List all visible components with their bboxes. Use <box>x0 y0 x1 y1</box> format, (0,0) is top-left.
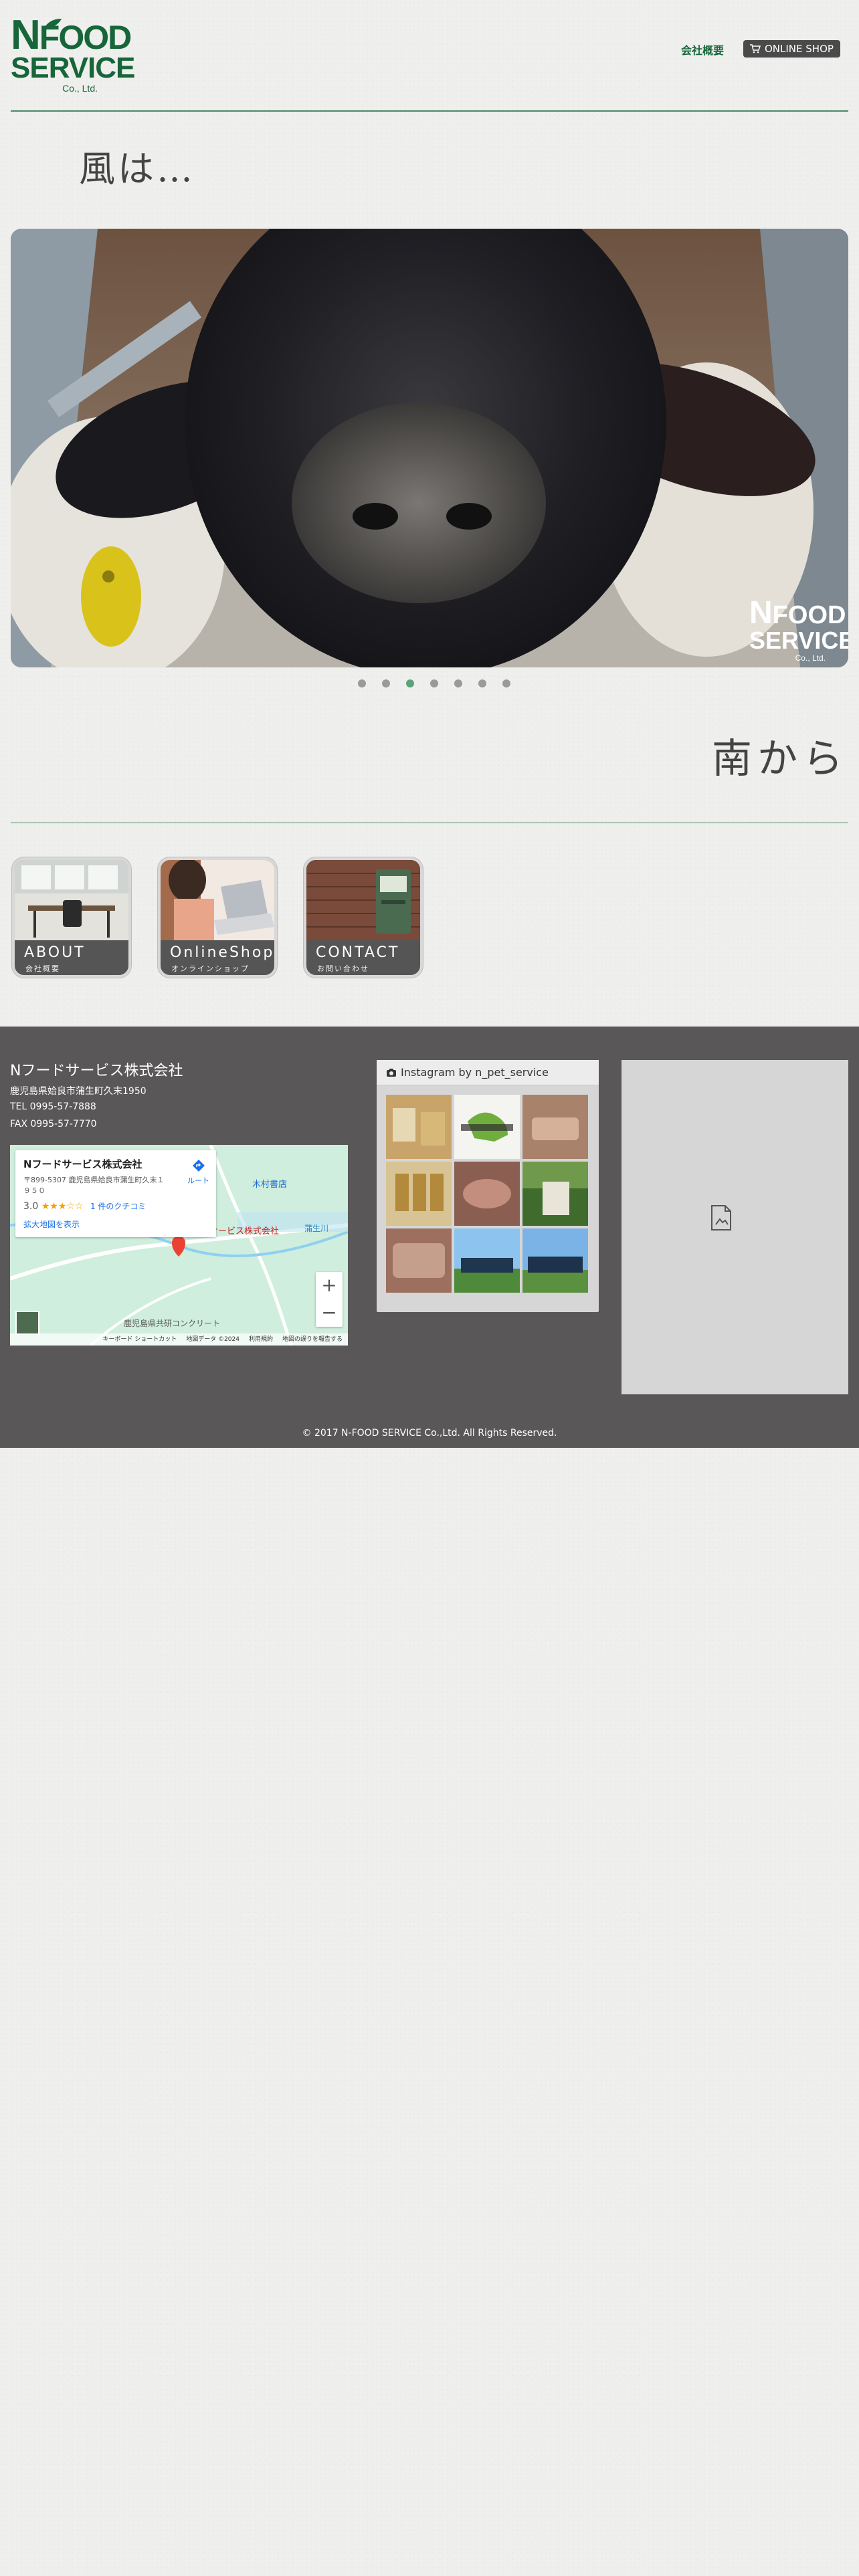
footer-fax: FAX 0995-57-7770 <box>10 1119 97 1130</box>
map-place-card: Nフードサービス株式会社 〒899-5307 鹿児島県姶良市蒲生町久末１９５０ … <box>15 1150 216 1237</box>
camera-icon <box>387 1068 396 1077</box>
tile-about-title: ABOUT <box>24 944 86 961</box>
slider-dot-1[interactable] <box>358 679 366 687</box>
office-photo <box>15 860 128 940</box>
instagram-grid <box>386 1095 588 1293</box>
instagram-widget: Instagram by n_pet_service <box>377 1060 599 1312</box>
company-logo[interactable]: NFOOD SERVICE Co., Ltd. <box>11 15 135 94</box>
hero-text-bottom: 南から <box>712 736 848 782</box>
map-zoom-controls: + − <box>316 1272 343 1327</box>
embedded-frame <box>622 1060 848 1394</box>
tile-online-shop-subtitle: オンラインショップ <box>171 964 250 973</box>
tile-contact[interactable]: CONTACT お問い合わせ <box>304 857 423 978</box>
instagram-header: Instagram by n_pet_service <box>377 1060 599 1085</box>
map-place-rating: 3.0 ★★★☆☆ 1 件のクチコミ <box>23 1201 147 1212</box>
map-larger-link[interactable]: 拡大地図を表示 <box>23 1218 208 1230</box>
tile-about-subtitle: 会社概要 <box>25 964 60 973</box>
slider-pagination <box>0 679 859 687</box>
map-route-button[interactable]: ルート <box>187 1158 209 1186</box>
map-course-label: 鹿児島県共研コンクリート <box>124 1319 221 1328</box>
google-map[interactable]: ードサービス株式会社 木村書店 蒲生川 鹿児島県共研コンクリート Nフードサービ… <box>10 1145 348 1346</box>
map-attribution: キーボード ショートカット 地図データ ©2024 利用規約 地図の誤りを報告す… <box>10 1333 348 1346</box>
slider-dot-5[interactable] <box>454 679 462 687</box>
directions-icon <box>192 1160 205 1172</box>
tile-online-shop-title: OnlineShop <box>170 944 275 961</box>
rating-stars: ★★★☆☆ <box>41 1201 84 1212</box>
copyright: © 2017 N-FOOD SERVICE Co.,Ltd. All Right… <box>302 1428 557 1438</box>
map-shortcuts-link[interactable]: キーボード ショートカット <box>102 1333 177 1346</box>
slider-dot-7[interactable] <box>502 679 510 687</box>
cart-icon <box>750 44 761 53</box>
slide-image-sheep: NFOOD SERVICE Co., Ltd. <box>11 229 848 667</box>
instagram-post[interactable] <box>454 1095 520 1159</box>
instagram-post[interactable] <box>386 1228 452 1293</box>
map-route-label: ルート <box>187 1176 209 1185</box>
instagram-title: Instagram by n_pet_service <box>401 1065 549 1079</box>
nav-online-shop-label: ONLINE SHOP <box>765 43 834 55</box>
mailbox-photo <box>306 860 420 940</box>
map-zoom-out-button[interactable]: − <box>316 1299 343 1327</box>
map-place-name: Nフードサービス株式会社 <box>23 1158 142 1170</box>
map-shop-label: 木村書店 <box>252 1180 288 1190</box>
map-satellite-toggle[interactable] <box>15 1311 39 1335</box>
slider-dot-6[interactable] <box>478 679 486 687</box>
logo-line-1: NFOOD <box>11 12 132 58</box>
map-data-credit: 地図データ ©2024 <box>186 1336 240 1343</box>
footer-address: 鹿児島県姶良市蒲生町久末1950 <box>10 1086 147 1097</box>
slider-logo-line-3: Co., Ltd. <box>795 653 826 663</box>
slider-dot-2[interactable] <box>382 679 390 687</box>
map-terms-link[interactable]: 利用規約 <box>249 1333 273 1346</box>
map-reviews-link[interactable]: 1 件のクチコミ <box>90 1202 146 1211</box>
hero-slider[interactable]: NFOOD SERVICE Co., Ltd. <box>11 229 848 667</box>
map-zoom-in-button[interactable]: + <box>316 1272 343 1299</box>
logo-line-3: Co., Ltd. <box>62 83 98 94</box>
map-river-label: 蒲生川 <box>304 1224 329 1233</box>
site-header: NFOOD SERVICE Co., Ltd. 会社概要 ONLINE SHOP <box>0 0 859 112</box>
broken-image-icon <box>711 1205 731 1230</box>
slider-dot-4[interactable] <box>430 679 438 687</box>
tile-contact-title: CONTACT <box>316 944 400 961</box>
logo-line-2: SERVICE <box>11 51 135 84</box>
instagram-post[interactable] <box>386 1095 452 1159</box>
map-place-address: 〒899-5307 鹿児島県姶良市蒲生町久末１９５０ <box>23 1176 165 1195</box>
footer-tel: TEL 0995-57-7888 <box>10 1101 96 1112</box>
instagram-post[interactable] <box>454 1162 520 1226</box>
map-report-link[interactable]: 地図の誤りを報告する <box>282 1333 343 1346</box>
instagram-post[interactable] <box>386 1162 452 1226</box>
nav-company-link[interactable]: 会社概要 <box>681 41 724 58</box>
header-divider <box>11 110 848 112</box>
hero-text-top: 風は… <box>79 148 195 190</box>
slider-dot-3[interactable] <box>406 679 414 687</box>
nav-online-shop-button[interactable]: ONLINE SHOP <box>743 40 840 58</box>
footer-company-name: Nフードサービス株式会社 <box>10 1063 183 1079</box>
laptop-photo <box>161 860 274 940</box>
instagram-post[interactable] <box>522 1095 588 1159</box>
instagram-post[interactable] <box>454 1228 520 1293</box>
nav-tiles: ABOUT 会社概要 OnlineShop オンラインショップ CONTACT <box>12 857 423 978</box>
instagram-post[interactable] <box>522 1228 588 1293</box>
slider-logo-line-2: SERVICE <box>749 627 848 654</box>
site-footer: Nフードサービス株式会社 鹿児島県姶良市蒲生町久末1950 TEL 0995-5… <box>0 1027 859 1448</box>
tile-contact-subtitle: お問い合わせ <box>317 964 369 973</box>
tile-about[interactable]: ABOUT 会社概要 <box>12 857 131 978</box>
instagram-post[interactable] <box>522 1162 588 1226</box>
tile-online-shop[interactable]: OnlineShop オンラインショップ <box>158 857 277 978</box>
